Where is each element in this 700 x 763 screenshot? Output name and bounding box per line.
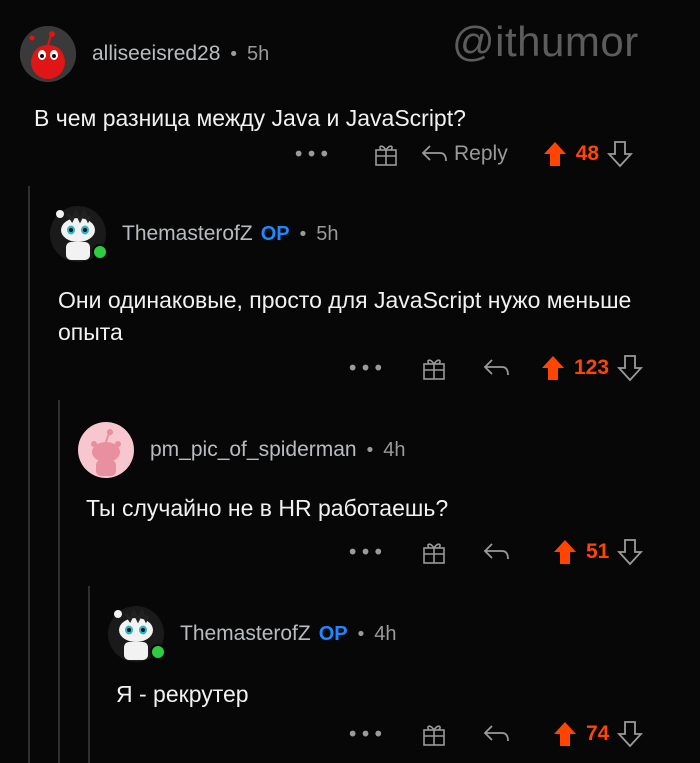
thread-line[interactable] (28, 186, 30, 763)
reply-button[interactable]: Reply (420, 142, 508, 166)
reply-button[interactable] (482, 357, 510, 379)
thread-line[interactable] (88, 586, 90, 763)
reply-arrow-icon (421, 145, 447, 162)
avatar[interactable] (108, 606, 166, 662)
avatar[interactable] (78, 422, 134, 478)
avatar[interactable] (20, 26, 76, 82)
op-badge: OP (318, 622, 348, 645)
vote-score: 48 (575, 142, 600, 165)
separator-dot: • (355, 623, 367, 645)
downvote-arrow-icon[interactable] (617, 354, 644, 382)
reply-label: Reply (454, 142, 508, 165)
comment-text: Ты случайно не в HR работаешь? (86, 495, 449, 521)
downvote-arrow-icon[interactable] (617, 720, 644, 748)
thread-line[interactable] (58, 400, 60, 763)
watermark: @ithumor (452, 18, 639, 65)
avatar[interactable] (50, 206, 108, 262)
username[interactable]: ThemasterofZ (122, 222, 253, 246)
online-indicator (150, 644, 166, 660)
downvote-arrow-icon[interactable] (617, 538, 644, 566)
award-gift-icon[interactable] (414, 355, 454, 381)
separator-dot: • (364, 439, 376, 461)
online-indicator (92, 244, 108, 260)
award-gift-icon[interactable] (366, 141, 406, 167)
username[interactable]: alliseeisred28 (92, 42, 220, 66)
timestamp: 4h (374, 622, 397, 645)
award-gift-icon[interactable] (414, 539, 454, 565)
separator-dot: • (228, 43, 240, 65)
award-gift-icon[interactable] (414, 721, 454, 747)
more-icon[interactable]: ••• (346, 722, 386, 746)
timestamp: 5h (247, 42, 270, 65)
vote-score: 123 (574, 356, 610, 379)
vote-score: 74 (586, 722, 610, 745)
upvote-arrow-icon[interactable] (540, 354, 566, 382)
comment-text: В чем разница между Java и JavaScript? (34, 105, 466, 131)
vote-score: 51 (586, 540, 610, 563)
reply-arrow-icon (483, 359, 509, 376)
comment-text: Они одинаковые, просто для JavaScript ну… (58, 287, 632, 345)
more-icon[interactable]: ••• (292, 142, 332, 166)
snoo-pink-icon (78, 422, 134, 478)
more-icon[interactable]: ••• (346, 356, 386, 380)
timestamp: 4h (383, 438, 406, 461)
reply-arrow-icon (483, 543, 509, 560)
upvote-arrow-icon[interactable] (552, 538, 578, 566)
username[interactable]: ThemasterofZ (180, 622, 311, 646)
comment-text: Я - рекрутер (116, 681, 249, 707)
upvote-arrow-icon[interactable] (552, 720, 578, 748)
op-badge: OP (260, 222, 290, 245)
downvote-arrow-icon[interactable] (607, 140, 634, 168)
more-icon[interactable]: ••• (346, 540, 386, 564)
reply-button[interactable] (482, 541, 510, 563)
reply-button[interactable] (482, 723, 510, 745)
snoo-red-icon (20, 26, 76, 82)
separator-dot: • (297, 223, 309, 245)
username[interactable]: pm_pic_of_spiderman (150, 438, 357, 462)
reply-arrow-icon (483, 725, 509, 742)
upvote-arrow-icon[interactable] (542, 140, 568, 168)
timestamp: 5h (316, 222, 339, 245)
